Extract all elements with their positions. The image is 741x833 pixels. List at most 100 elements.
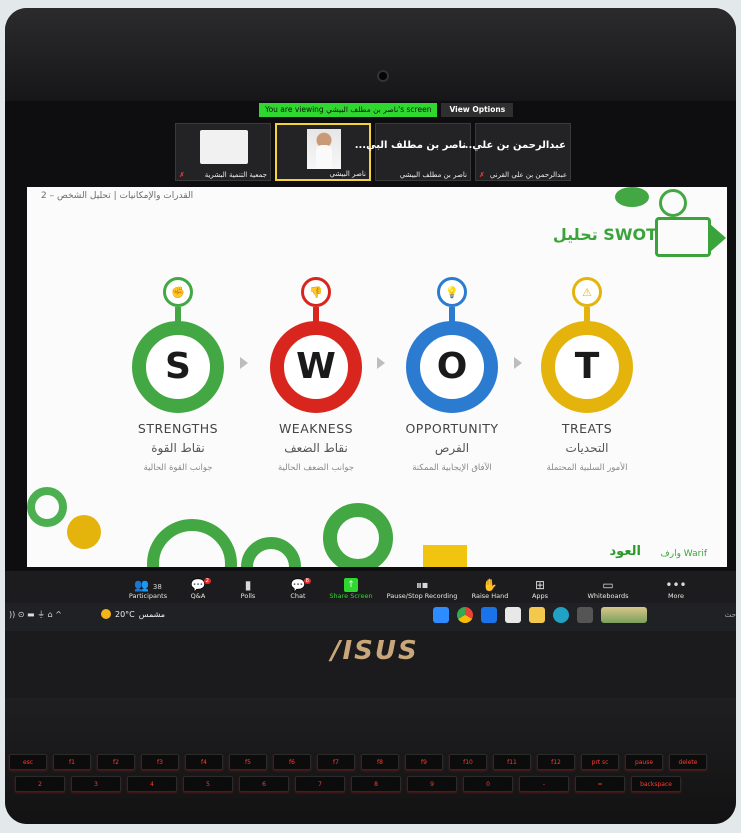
slide-title: تحليل SWOT — [552, 225, 657, 244]
participant-name: ناصر بن مطلف البيشي — [399, 171, 467, 179]
keyboard-key: prt sc — [581, 754, 619, 770]
laptop-bezel — [5, 8, 736, 103]
keyboard-key: f8 — [361, 754, 399, 770]
participant-tile[interactable]: ...عبدالرحمن بن علي ✗ عبدالرحمن بن علي ا… — [461, 123, 571, 181]
whiteboard-icon: ▭ — [602, 578, 614, 592]
search-box[interactable]: حث — [725, 611, 736, 619]
keyboard-key: esc — [9, 754, 47, 770]
chat-label: Chat — [290, 592, 306, 600]
participants-icon: 👥 38 — [134, 578, 162, 592]
keyboard-key: = — [575, 776, 625, 792]
chrome-icon[interactable] — [457, 607, 473, 623]
more-label: More — [667, 592, 685, 600]
arrow-graphic — [655, 217, 726, 257]
whiteboards-button[interactable]: ▭ Whiteboards — [565, 578, 651, 603]
gear-decoration — [67, 515, 101, 549]
keyboard-key: f9 — [405, 754, 443, 770]
polls-icon: ▮ — [244, 578, 252, 592]
gear-decoration — [241, 537, 301, 567]
recording-label: Pause/Stop Recording — [386, 592, 458, 600]
hand-icon: ✋ — [482, 578, 498, 592]
apps-button[interactable]: ⊞ Apps — [515, 578, 565, 603]
apps-label: Apps — [531, 592, 549, 600]
keyboard: esc f1 f2 f3 f4 f5 f6 f7 f8 f9 f10 f11 f12 prt sc paus… — [5, 698, 736, 824]
recording-button[interactable]: ⏸⏹ Pause/Stop Recording — [379, 578, 465, 603]
view-options-button[interactable]: View Options — [441, 103, 514, 117]
more-button[interactable]: ••• More — [651, 578, 701, 603]
keyboard-key: backspace — [631, 776, 681, 792]
keyboard-key: f3 — [141, 754, 179, 770]
polls-button[interactable]: ▮ Polls — [223, 578, 273, 603]
slide-header: 2 – القدرات والإمكانيات | تحليل الشخص — [41, 191, 194, 201]
swot-arabic-sub: جوانب الضعف الحالية — [277, 463, 355, 473]
keyboard-key: 7 — [295, 776, 345, 792]
participant-name: عبدالرحمن بن علي القرني — [489, 171, 567, 179]
raise-hand-button[interactable]: ✋ Raise Hand — [465, 578, 515, 603]
participants-label: Participants — [128, 592, 168, 600]
yellow-block — [423, 545, 467, 567]
zoom-app-icon[interactable] — [433, 607, 449, 623]
swot-arabic-sub: الأمور السلبية المحتملة — [546, 463, 628, 473]
swot-letter: T — [574, 346, 600, 387]
windows-taskbar: )) ⊙ ▬ ⏚ ⌂ ^ 20°C مشمس حث — [5, 603, 736, 631]
swot-arabic-label: الفرص — [434, 441, 470, 455]
participant-tile[interactable]: ...ناصر بن مطلف البي ناصر بن مطلف البيشي — [355, 123, 471, 181]
weather-widget[interactable]: 20°C مشمس — [101, 609, 165, 619]
swot-english-label: OPPORTUNITY — [405, 421, 499, 436]
participant-video — [307, 129, 341, 169]
pinned-apps — [433, 607, 647, 623]
keyboard-key: 2 — [15, 776, 65, 792]
swot-arabic-sub: جوانب القوة الحالية — [143, 463, 213, 473]
weather-text: مشمس — [138, 609, 166, 619]
chat-button[interactable]: 💬 8 Chat — [273, 578, 323, 603]
swot-arabic-label: التحديات — [565, 441, 609, 455]
keyboard-row-function: esc f1 f2 f3 f4 f5 f6 f7 f8 f9 f10 f11 f12 prt sc paus… — [9, 754, 707, 770]
gear-decoration — [323, 503, 393, 567]
laptop-screen: You are viewing ناصر بن مطلف البيشي's sc… — [5, 101, 736, 631]
share-screen-icon: ↑ — [344, 578, 358, 592]
share-screen-button[interactable]: ↑ Share Screen — [323, 578, 379, 603]
system-tray[interactable]: )) ⊙ ▬ ⏚ ⌂ ^ — [9, 609, 62, 620]
lightbulb-icon: 💡 — [437, 277, 467, 307]
calendar-icon[interactable] — [505, 607, 521, 623]
swot-letter: O — [436, 346, 468, 387]
aoud-logo: العود — [609, 544, 642, 559]
edge-icon[interactable] — [553, 607, 569, 623]
mic-muted-icon: ✗ — [479, 171, 485, 179]
participant-tile-active[interactable]: ناصر البيشي — [275, 123, 371, 181]
sun-icon — [101, 609, 111, 619]
news-thumbnail[interactable] — [601, 607, 647, 623]
gear-decoration — [659, 189, 687, 217]
file-explorer-icon[interactable] — [529, 607, 545, 623]
swot-letter: W — [296, 346, 336, 387]
bicep-icon: ✊ — [163, 277, 193, 307]
mail-icon[interactable] — [481, 607, 497, 623]
keyboard-key: delete — [669, 754, 707, 770]
swot-strengths: ✊ S STRENGTHS نقاط القوة جوانب القوة الح… — [118, 269, 238, 479]
viewing-banner-text: You are viewing ناصر بن مطلف البيشي's sc… — [259, 103, 438, 117]
task-view-icon[interactable] — [577, 607, 593, 623]
chat-icon: 💬 — [290, 578, 306, 592]
weather-temp: 20°C — [115, 609, 135, 619]
gear-decoration — [147, 519, 237, 567]
swot-english-label: STRENGTHS — [137, 421, 219, 436]
keyboard-key: f5 — [229, 754, 267, 770]
keyboard-key: f11 — [493, 754, 531, 770]
participant-name: جمعية التنمية البشرية — [204, 171, 267, 179]
swot-weakness: 👎 W WEAKNESS نقاط الضعف جوانب الضعف الحا… — [256, 269, 376, 479]
participant-tile[interactable]: ✗ جمعية التنمية البشرية — [175, 123, 271, 181]
shared-slide: 2 – القدرات والإمكانيات | تحليل الشخص تح… — [27, 187, 727, 567]
participants-button[interactable]: 👥 38 Participants — [123, 578, 173, 603]
keyboard-key: f2 — [97, 754, 135, 770]
gear-decoration — [615, 187, 649, 207]
swot-treats: ⚠ T TREATS التحديات الأمور السلبية المحت… — [527, 269, 647, 479]
keyboard-key: 3 — [71, 776, 121, 792]
zoom-toolbar: 👥 38 Participants 💬 2 Q&A ▮ Polls 💬 8 Ch… — [5, 571, 736, 603]
keyboard-key: 4 — [127, 776, 177, 792]
swot-english-label: TREATS — [561, 421, 613, 436]
raise-hand-label: Raise Hand — [471, 592, 509, 600]
photo-frame: You are viewing ناصر بن مطلف البيشي's sc… — [5, 8, 736, 824]
keyboard-key: 6 — [239, 776, 289, 792]
keyboard-key: f12 — [537, 754, 575, 770]
qa-button[interactable]: 💬 2 Q&A — [173, 578, 223, 603]
